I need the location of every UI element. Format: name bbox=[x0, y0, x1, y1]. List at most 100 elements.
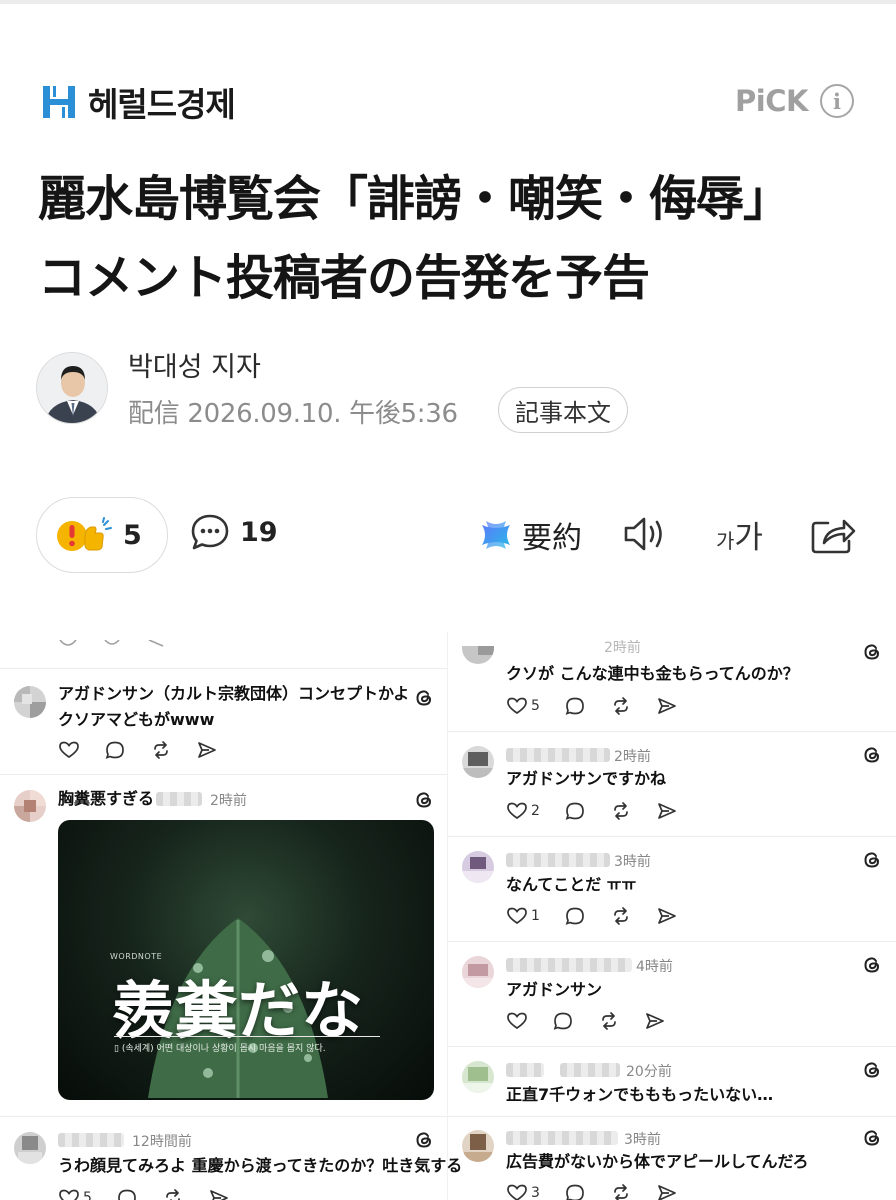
blurred-username bbox=[560, 1063, 620, 1077]
brand-logo-group[interactable]: 헤럴드경제 bbox=[40, 82, 236, 124]
comment-avatar bbox=[14, 686, 46, 718]
repost-icon[interactable] bbox=[150, 740, 172, 760]
send-icon[interactable] bbox=[656, 801, 678, 821]
heart-icon[interactable] bbox=[506, 1011, 528, 1031]
comment-text: うわ顔見てみろよ 重慶から渡ってきたのか？吐き気する bbox=[58, 1156, 463, 1175]
reply-icon[interactable] bbox=[552, 1011, 574, 1031]
comment-text: 広告費がないから体でアピールしてんだろ bbox=[506, 1152, 809, 1171]
info-icon[interactable]: i bbox=[820, 84, 854, 118]
separator bbox=[448, 1046, 896, 1047]
threads-logo-icon bbox=[864, 957, 880, 973]
comment-time: 20分前 bbox=[626, 1064, 672, 1080]
comment-action-row: 5 bbox=[58, 1188, 254, 1200]
reply-icon[interactable] bbox=[564, 696, 586, 716]
like-group[interactable]: 5 bbox=[506, 696, 540, 716]
reaction-emoji-icon bbox=[57, 517, 112, 551]
reply-icon[interactable] bbox=[564, 801, 586, 821]
tts-button[interactable] bbox=[622, 514, 670, 558]
publish-date: 配信 2026.09.10. 午後5:36 bbox=[128, 399, 458, 429]
like-count: 5 bbox=[531, 698, 540, 714]
separator bbox=[448, 836, 896, 837]
repost-icon[interactable] bbox=[610, 1183, 632, 1200]
send-icon[interactable] bbox=[656, 906, 678, 926]
comment-text: アガドンサン bbox=[506, 980, 603, 999]
meme-rule bbox=[114, 1036, 380, 1037]
reply-icon[interactable] bbox=[564, 1183, 586, 1200]
brand-name: 헤럴드경제 bbox=[88, 85, 236, 124]
pixelated-avatar-icon bbox=[14, 790, 46, 822]
comment-time: 2時前 bbox=[614, 749, 651, 765]
article-headline: 麗水島博覧会「誹謗・嘲笑・侮辱」 コメント投稿者の告発を予告 bbox=[38, 160, 868, 318]
reply-icon[interactable] bbox=[564, 906, 586, 926]
repost-icon[interactable] bbox=[610, 696, 632, 716]
like-count: 3 bbox=[531, 1185, 540, 1200]
heart-icon[interactable] bbox=[58, 740, 80, 760]
comment-button[interactable]: 19 bbox=[190, 513, 278, 551]
comment-time: 2時前 bbox=[210, 793, 247, 809]
like-group[interactable]: 2 bbox=[506, 801, 540, 821]
font-size-small-glyph: 가 bbox=[716, 529, 735, 553]
comment-action-row: 3 bbox=[506, 1183, 702, 1200]
separator bbox=[0, 1116, 447, 1117]
comment-text-line-2: クソアマどもがwww bbox=[58, 710, 215, 729]
comment-text: 胸糞悪すぎる bbox=[58, 789, 155, 808]
meme-subtitle: ▯ (속세계) 어떤 대상이나 상황이 몹시 마음을 몹지 않다. bbox=[114, 1044, 326, 1054]
repost-icon[interactable] bbox=[598, 1011, 620, 1031]
send-icon[interactable] bbox=[196, 740, 218, 760]
comment-count: 19 bbox=[240, 516, 278, 548]
reaction-button[interactable]: 5 bbox=[36, 497, 168, 573]
reply-icon[interactable] bbox=[116, 1188, 138, 1200]
repost-icon bbox=[148, 640, 164, 647]
comment-time: 12時間前 bbox=[132, 1134, 192, 1150]
send-icon[interactable] bbox=[656, 696, 678, 716]
send-icon[interactable] bbox=[644, 1011, 666, 1031]
like-group[interactable]: 3 bbox=[506, 1183, 540, 1200]
ai-summary-button[interactable]: 要約 bbox=[478, 513, 582, 557]
like-group[interactable]: 1 bbox=[506, 906, 540, 926]
threads-logo-icon bbox=[416, 1132, 432, 1148]
comment-avatar bbox=[462, 646, 494, 664]
comment-text: アガドンサンですかね bbox=[506, 769, 667, 788]
share-button[interactable] bbox=[810, 513, 856, 559]
ai-summary-icon bbox=[482, 521, 510, 549]
comment-action-row bbox=[506, 1011, 690, 1031]
repost-icon[interactable] bbox=[162, 1188, 184, 1200]
separator bbox=[448, 941, 896, 942]
meme-image[interactable]: WORDNOTE 羨糞だな ▯ (속세계) 어떤 대상이나 상황이 몹시 마음을… bbox=[58, 820, 434, 1100]
author-name[interactable]: 박대성 지자 bbox=[128, 345, 261, 384]
separator bbox=[448, 1116, 896, 1117]
font-size-button[interactable]: 가 가 bbox=[716, 512, 763, 557]
send-icon[interactable] bbox=[208, 1188, 230, 1200]
left-comment-column: アガドンサン（カルト宗教団体）コンセプトかよ クソアマどもがwww 胸糞悪すぎる… bbox=[0, 632, 462, 1200]
share-icon bbox=[811, 519, 856, 554]
reply-icon bbox=[104, 640, 120, 645]
blurred-username bbox=[58, 1133, 124, 1147]
author-avatar[interactable] bbox=[36, 352, 108, 424]
reply-icon[interactable] bbox=[104, 740, 126, 760]
comment-time: 3時前 bbox=[614, 854, 651, 870]
pixelated-avatar-icon bbox=[14, 686, 46, 718]
comment-text: なんてことだ ㅠㅠ bbox=[506, 875, 637, 894]
comment-text-line-1: アガドンサン（カルト宗教団体）コンセプトかよ bbox=[58, 684, 410, 703]
repost-icon[interactable] bbox=[610, 906, 632, 926]
comment-text: クソが こんな連中も金もらってんのか？ bbox=[506, 664, 799, 683]
comment-action-row: 2 bbox=[506, 801, 702, 821]
separator bbox=[448, 731, 896, 732]
comment-text: 正直7千ウォンでもももったいない… bbox=[506, 1085, 774, 1104]
blurred-username bbox=[506, 748, 610, 762]
comment-avatar bbox=[462, 1130, 494, 1162]
blurred-username bbox=[506, 958, 632, 972]
threads-logo-icon bbox=[416, 690, 432, 706]
like-group[interactable]: 5 bbox=[58, 1188, 92, 1200]
headline-line-2: コメント投稿者の告発を予告 bbox=[38, 250, 650, 306]
comment-avatar bbox=[462, 746, 494, 778]
pixelated-avatar-icon bbox=[462, 1130, 494, 1162]
blurred-username bbox=[506, 1063, 544, 1077]
send-icon[interactable] bbox=[656, 1183, 678, 1200]
pick-group[interactable]: PiCK i bbox=[735, 84, 854, 118]
pixelated-avatar-icon bbox=[462, 746, 494, 778]
repost-icon[interactable] bbox=[610, 801, 632, 821]
original-article-button[interactable]: 記事本文 bbox=[498, 387, 628, 433]
threads-logo-icon bbox=[864, 1130, 880, 1146]
brand-logo-icon bbox=[40, 83, 78, 121]
